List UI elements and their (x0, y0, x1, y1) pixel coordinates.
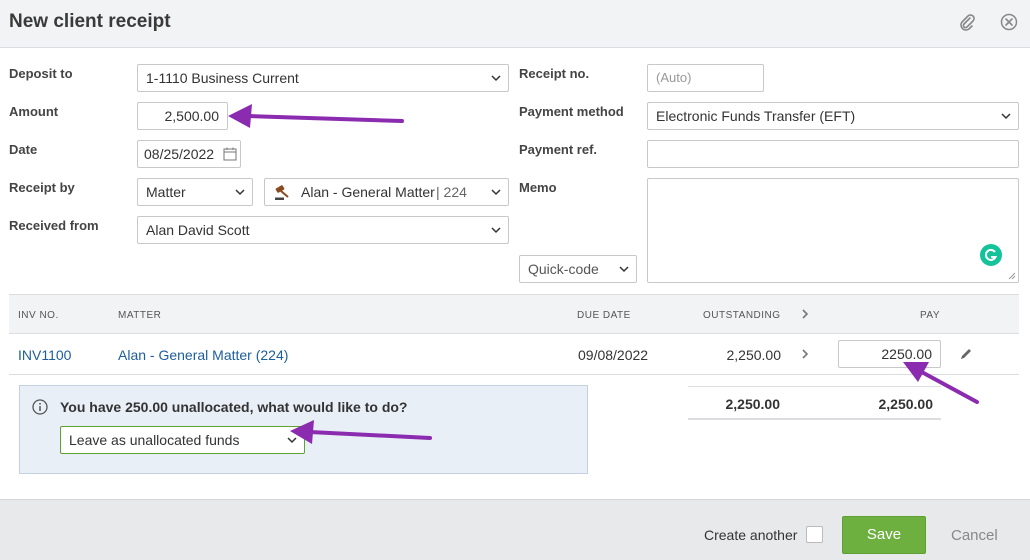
matter-number: | 224 (436, 184, 467, 200)
chevron-down-icon (491, 227, 501, 234)
payment-ref-label: Payment ref. (519, 142, 598, 157)
header-inv-no[interactable]: INV NO. (18, 310, 59, 321)
date-input[interactable]: 08/25/2022 (137, 140, 241, 168)
chevron-down-icon (287, 437, 297, 444)
unallocated-option-select[interactable]: Leave as unallocated funds (60, 426, 305, 454)
arrow-amount (228, 104, 404, 128)
unallocated-notice: You have 250.00 unallocated, what would … (19, 385, 588, 474)
chevron-down-icon (491, 189, 501, 196)
paperclip-icon[interactable] (957, 12, 977, 32)
amount-input[interactable]: 2,500.00 (137, 102, 228, 130)
create-another-checkbox[interactable] (806, 526, 823, 543)
matter-link[interactable]: Alan - General Matter (224) (118, 347, 288, 363)
totals-row: 2,250.00 2,250.00 (688, 386, 941, 420)
chevron-down-icon (491, 75, 501, 82)
received-from-value: Alan David Scott (146, 222, 250, 238)
save-button[interactable]: Save (842, 516, 926, 554)
grammarly-icon[interactable] (980, 244, 1002, 266)
payment-method-label: Payment method (519, 104, 624, 119)
receipt-by-select[interactable]: Matter (137, 178, 253, 206)
chevron-down-icon (1001, 113, 1011, 120)
pay-input[interactable]: 2250.00 (838, 340, 941, 368)
dialog-footer: Create another Save Cancel (0, 499, 1030, 560)
create-another-label: Create another (704, 527, 798, 543)
payment-ref-input[interactable] (647, 140, 1019, 168)
quick-code-label: Quick-code (528, 261, 599, 277)
memo-textarea[interactable] (647, 178, 1019, 283)
matter-value: Alan - General Matter (301, 184, 435, 200)
resize-handle-icon[interactable] (1008, 272, 1016, 280)
header-matter[interactable]: MATTER (118, 310, 161, 321)
matter-select[interactable]: Alan - General Matter | 224 (264, 178, 509, 206)
invoice-link[interactable]: INV1100 (18, 347, 71, 363)
cancel-button[interactable]: Cancel (951, 527, 998, 544)
header-due-date[interactable]: DUE DATE (577, 310, 631, 321)
amount-label: Amount (9, 104, 59, 119)
chevron-down-icon (619, 266, 629, 273)
payment-method-value: Electronic Funds Transfer (EFT) (656, 108, 856, 124)
receipt-by-label: Receipt by (9, 180, 75, 195)
memo-label: Memo (519, 180, 557, 195)
deposit-to-value: 1-1110 Business Current (146, 70, 299, 86)
pay-value: 2250.00 (881, 346, 932, 362)
dialog-title: New client receipt (9, 11, 171, 32)
receipt-no-input[interactable]: (Auto) (647, 64, 764, 92)
amount-value: 2,500.00 (164, 108, 220, 124)
invoice-table-header: INV NO. MATTER DUE DATE OUTSTANDING PAY (9, 294, 1019, 334)
due-date-cell: 09/08/2022 (578, 347, 649, 363)
chevron-right-icon[interactable] (800, 348, 810, 360)
header-outstanding[interactable]: OUTSTANDING (703, 310, 781, 321)
header-pay[interactable]: PAY (920, 310, 940, 321)
chevron-down-icon (235, 189, 245, 196)
deposit-to-select[interactable]: 1-1110 Business Current (137, 64, 509, 92)
total-pay: 2,250.00 (878, 396, 934, 412)
quick-code-select[interactable]: Quick-code (519, 255, 637, 283)
table-row: INV1100 Alan - General Matter (224) 09/0… (9, 334, 1019, 375)
chevron-right-icon[interactable] (800, 308, 810, 320)
close-icon[interactable] (999, 12, 1019, 32)
outstanding-cell: 2,250.00 (726, 347, 782, 363)
received-from-label: Received from (9, 218, 99, 233)
received-from-select[interactable]: Alan David Scott (137, 216, 509, 244)
info-icon (32, 399, 48, 415)
total-outstanding: 2,250.00 (725, 396, 781, 412)
date-value: 08/25/2022 (144, 146, 215, 162)
receipt-by-value: Matter (146, 184, 186, 200)
deposit-to-label: Deposit to (9, 66, 73, 81)
pencil-icon[interactable] (959, 347, 973, 361)
gavel-icon (275, 185, 289, 200)
calendar-icon[interactable] (223, 147, 237, 161)
unallocated-option-value: Leave as unallocated funds (69, 432, 240, 448)
date-label: Date (9, 142, 38, 157)
dialog-header: New client receipt (0, 0, 1030, 48)
unallocated-message: You have 250.00 unallocated, what would … (60, 399, 408, 415)
receipt-no-label: Receipt no. (519, 66, 590, 81)
payment-method-select[interactable]: Electronic Funds Transfer (EFT) (647, 102, 1019, 130)
